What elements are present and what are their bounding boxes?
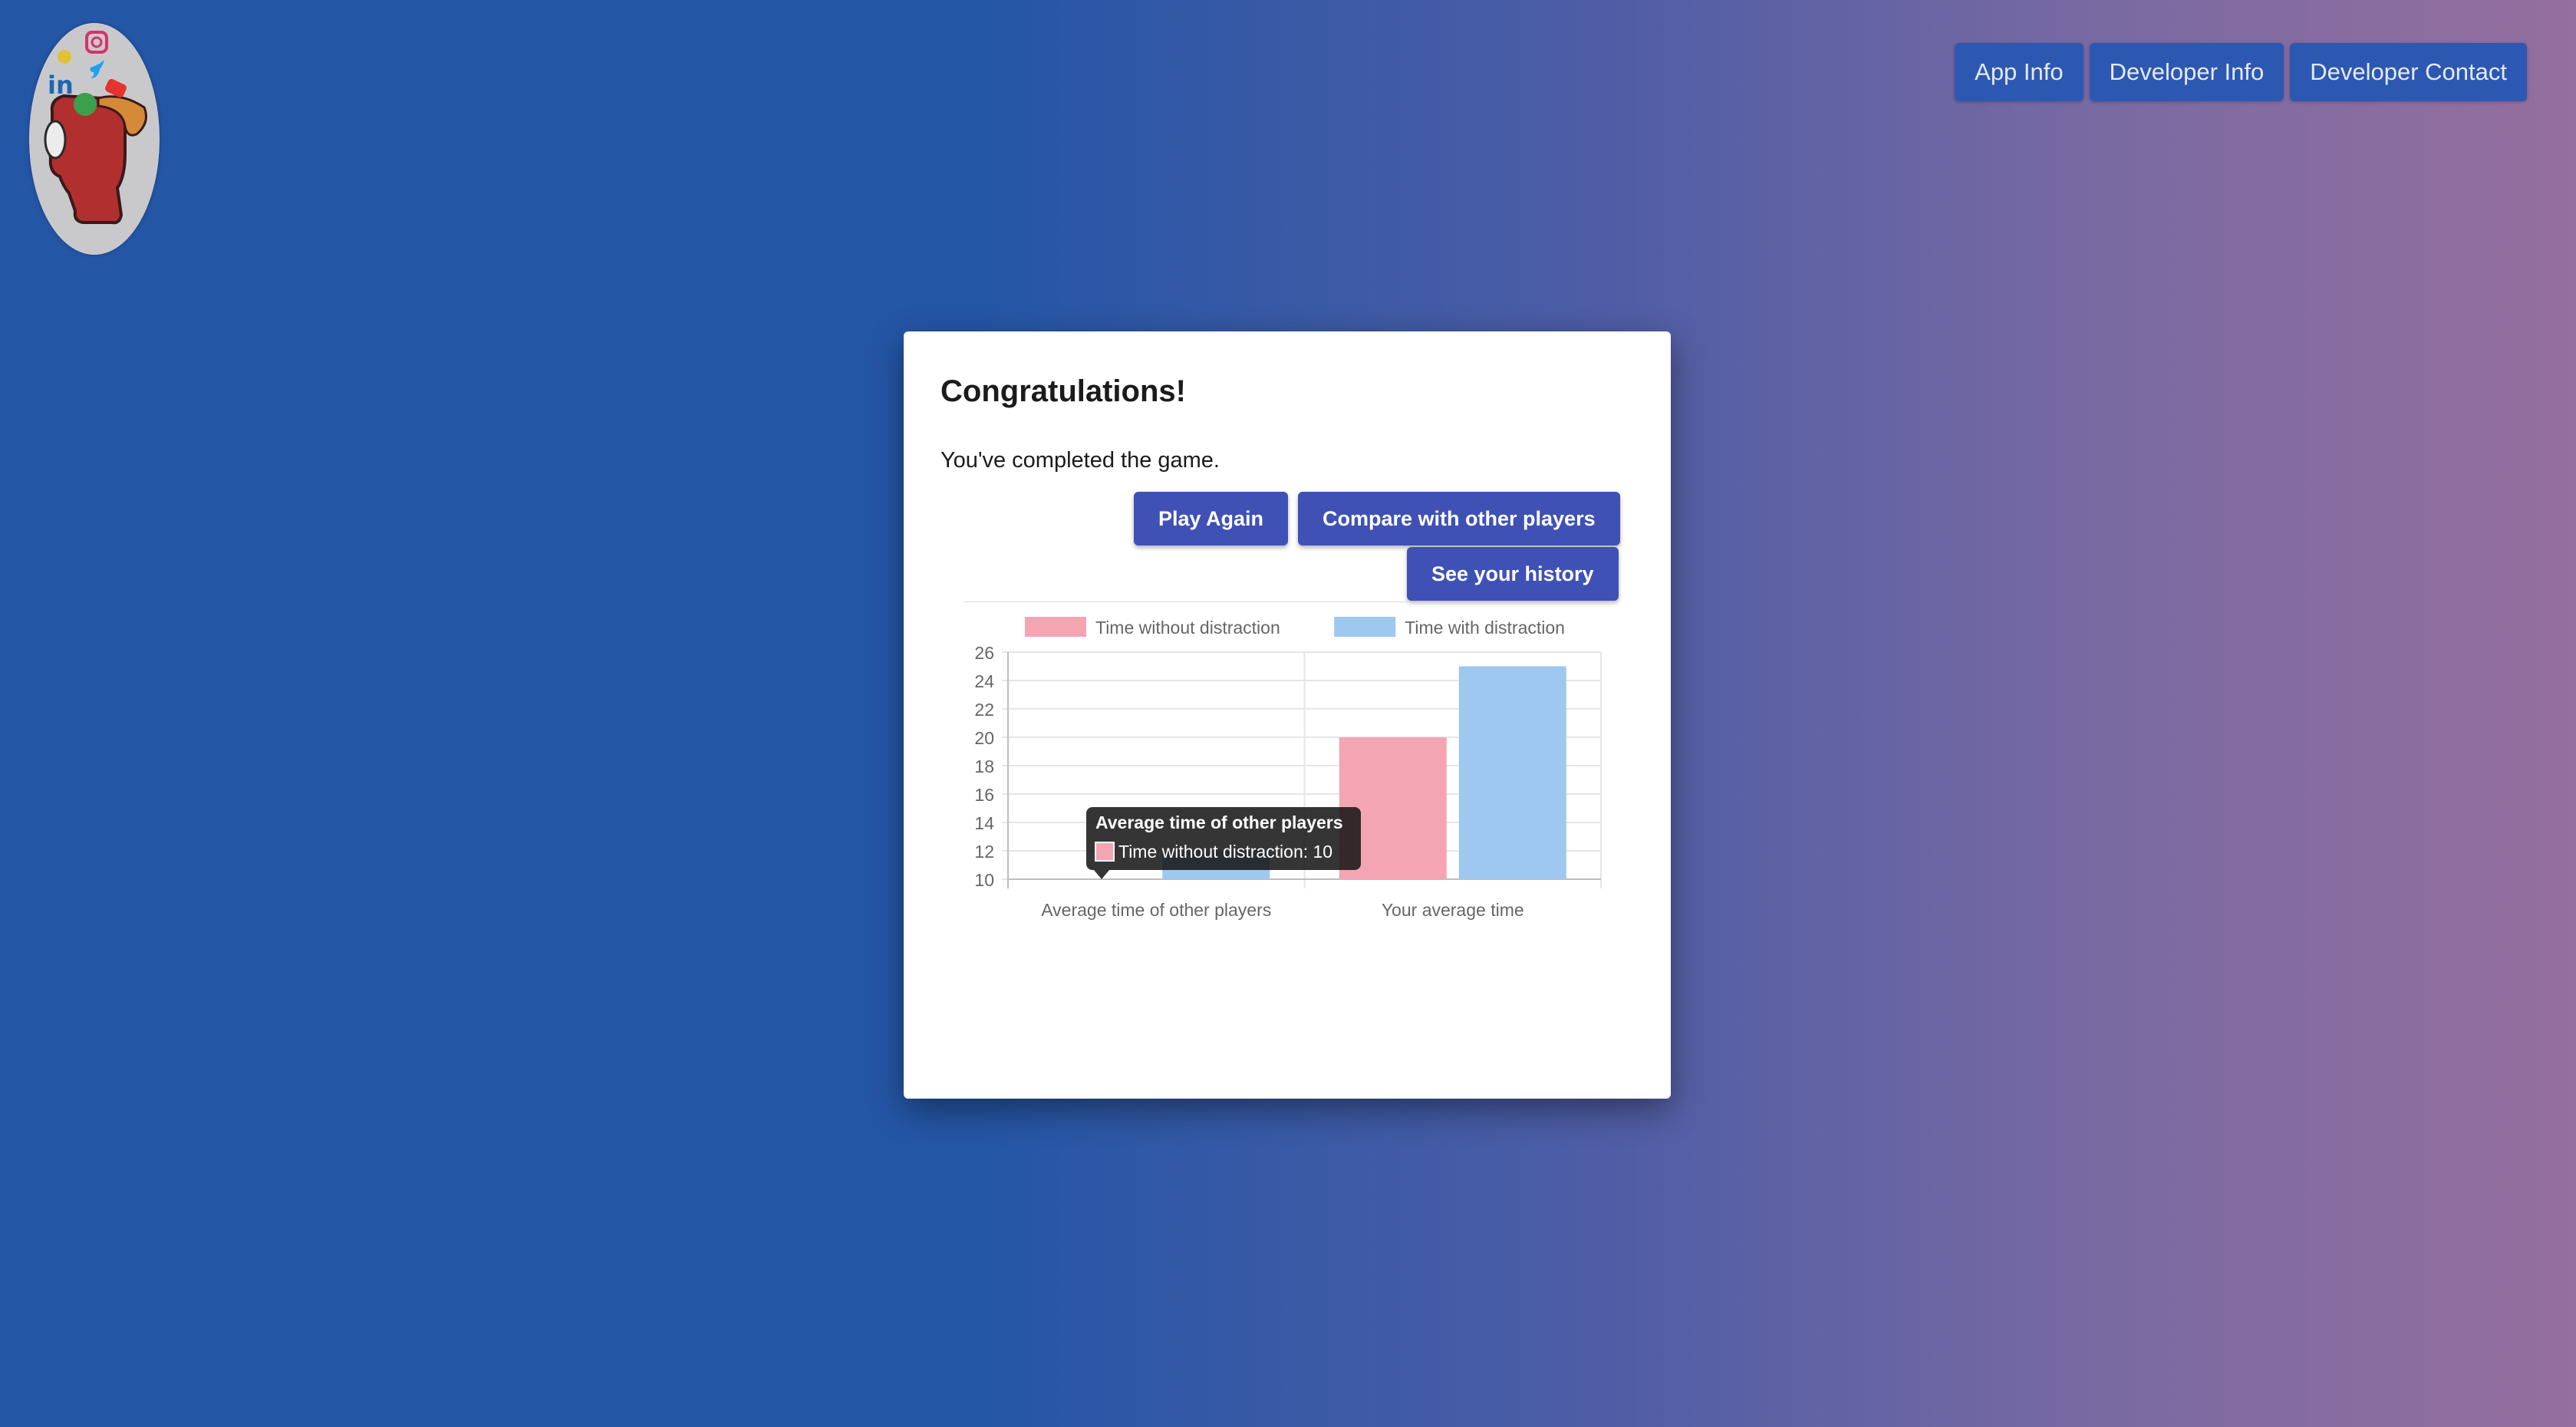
legend-swatch — [1334, 617, 1396, 637]
head-social-icon: in — [29, 23, 160, 255]
y-tick-label: 14 — [974, 813, 994, 833]
y-tick-label: 26 — [974, 643, 994, 663]
y-tick-label: 16 — [974, 785, 994, 805]
app-info-button[interactable]: App Info — [1955, 43, 2084, 101]
y-tick-label: 18 — [974, 756, 994, 776]
tooltip-swatch — [1095, 842, 1115, 862]
developer-info-button[interactable]: Developer Info — [2089, 43, 2284, 101]
legend-label: Time with distraction — [1405, 618, 1565, 638]
y-tick-label: 20 — [974, 728, 994, 748]
developer-contact-button[interactable]: Developer Contact — [2290, 43, 2527, 101]
bar-time-with-distraction-1 — [1458, 666, 1566, 879]
y-tick-label: 22 — [974, 700, 994, 720]
y-tick-label: 10 — [974, 870, 994, 890]
tooltip-caret — [1094, 870, 1109, 879]
time-comparison-chart: 10 12 14 16 18 20 22 24 26 Average time of other … — [974, 617, 1602, 920]
x-category-label: Average time of other players — [1041, 900, 1271, 920]
top-nav: App Info Developer Info Developer Contac… — [1955, 43, 2527, 101]
legend-swatch — [1025, 617, 1086, 637]
tooltip-title: Average time of other players — [1095, 812, 1343, 832]
y-tick-label: 24 — [974, 671, 994, 691]
legend-label: Time without distraction — [1095, 618, 1280, 638]
x-category-label: Your average time — [1382, 900, 1524, 920]
svg-text:in: in — [48, 71, 74, 100]
congratulations-dialog: Congratulations! You've completed the ga… — [904, 331, 1671, 1099]
y-tick-label: 12 — [974, 842, 994, 862]
tooltip-label: Time without distraction: 10 — [1118, 842, 1332, 862]
app-logo: in — [29, 23, 160, 255]
